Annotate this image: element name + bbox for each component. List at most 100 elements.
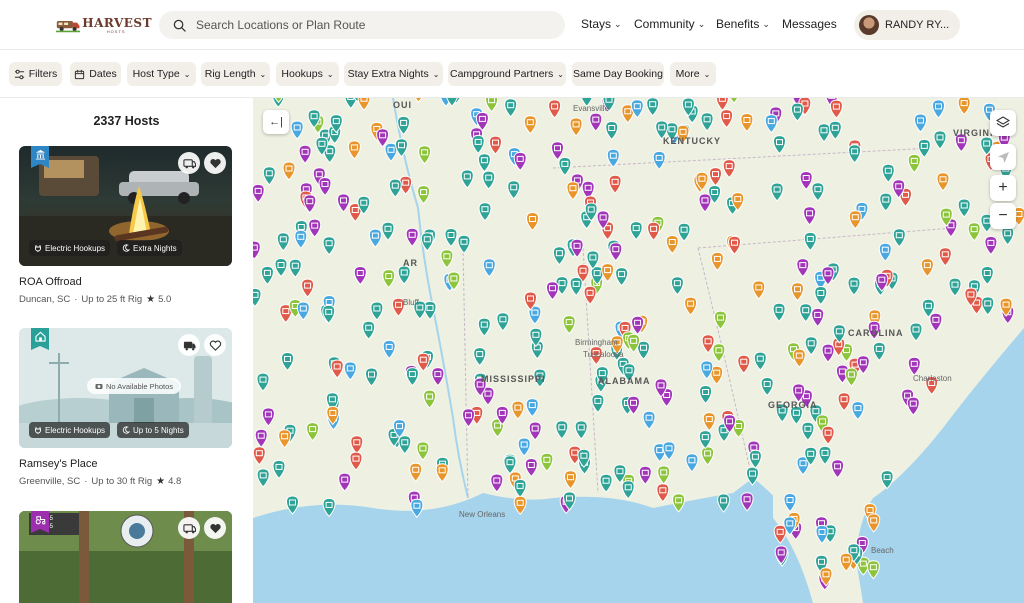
host-map-marker[interactable] [670,276,684,296]
host-map-marker[interactable] [792,348,806,368]
host-map-marker[interactable] [728,235,741,255]
host-map-marker[interactable] [712,343,726,363]
host-map-marker[interactable] [701,334,715,354]
host-map-marker[interactable] [642,410,656,430]
host-map-marker[interactable] [803,206,817,226]
host-map-marker[interactable] [298,144,312,165]
host-map-marker[interactable] [621,480,635,500]
host-type-dropdown[interactable]: Host Type ⌄ [127,62,196,86]
host-map-marker[interactable] [525,398,539,418]
host-map-marker[interactable] [368,228,382,248]
host-map-marker[interactable] [957,198,971,218]
host-map-marker[interactable] [1001,226,1015,246]
host-map-marker[interactable] [936,172,950,192]
host-map-marker[interactable] [528,421,542,441]
host-map-marker[interactable] [796,258,810,278]
host-map-marker[interactable] [760,376,774,397]
host-map-marker[interactable] [605,120,619,141]
host-map-marker[interactable] [574,420,588,440]
host-map-marker[interactable] [444,227,458,248]
host-map-marker[interactable] [301,278,315,298]
host-map-marker[interactable] [829,99,843,119]
host-map-marker[interactable] [907,356,921,377]
host-map-marker[interactable] [909,322,923,342]
host-map-marker[interactable] [370,301,384,321]
host-photo[interactable]: 12-5 10-5 [19,511,232,603]
host-map-marker[interactable] [748,449,762,469]
host-map-marker[interactable] [591,393,605,414]
host-map-marker[interactable] [828,120,842,141]
host-map-marker[interactable] [513,495,527,516]
nav-stays[interactable]: Stays ⌄ [581,17,622,31]
host-map-marker[interactable] [431,367,445,387]
dates-button[interactable]: Dates [70,62,121,86]
host-map-marker[interactable] [878,242,892,262]
host-map-marker[interactable] [698,430,712,450]
host-map-marker[interactable] [839,552,853,572]
host-map-marker[interactable] [330,359,344,379]
host-map-marker[interactable] [685,453,699,473]
host-map-marker[interactable] [770,182,784,202]
host-map-marker[interactable] [489,135,502,155]
host-map-marker[interactable] [482,258,496,278]
host-map-marker[interactable] [457,234,471,255]
host-map-marker[interactable] [821,343,835,363]
host-map-marker[interactable] [831,459,845,479]
host-map-marker[interactable] [256,372,270,392]
host-map[interactable]: AR MISSISSIPPI ALABAMA GEORGIA CAROLINA … [253,98,1024,603]
search-input[interactable]: Search Locations or Plan Route [159,11,565,39]
host-map-marker[interactable] [848,210,862,230]
host-map-marker[interactable] [477,317,491,337]
host-map-marker[interactable] [677,222,691,242]
host-map-marker[interactable] [482,170,496,190]
rv-compatible-button[interactable] [178,152,200,174]
host-map-marker[interactable] [337,193,350,213]
host-map-marker[interactable] [253,183,265,204]
host-map-marker[interactable] [290,120,304,140]
host-map-marker[interactable] [524,457,538,478]
host-map-marker[interactable] [397,265,411,285]
host-map-marker[interactable] [698,193,712,213]
host-map-marker[interactable] [801,421,815,442]
same-day-booking-button[interactable]: Same Day Booking [572,62,664,86]
host-map-marker[interactable] [906,396,920,416]
host-map-marker[interactable] [523,115,537,135]
host-map-marker[interactable] [322,497,336,518]
zoom-in-button[interactable]: + [990,175,1016,201]
host-map-marker[interactable] [396,98,408,100]
host-map-marker[interactable] [526,211,539,232]
host-map-marker[interactable] [347,140,361,160]
host-map-marker[interactable] [548,99,562,119]
host-map-marker[interactable] [799,303,813,323]
host-map-marker[interactable] [569,117,583,137]
host-map-marker[interactable] [938,247,952,267]
host-map-marker[interactable] [583,285,597,306]
host-map-marker[interactable] [485,98,499,113]
host-map-marker[interactable] [799,170,813,191]
host-map-marker[interactable] [722,159,736,179]
host-map-marker[interactable] [294,229,308,250]
host-map-marker[interactable] [656,483,670,503]
host-map-marker[interactable] [397,115,411,136]
host-map-marker[interactable] [423,389,437,409]
host-map-marker[interactable] [413,98,425,103]
host-map-marker[interactable] [737,354,751,374]
host-map-marker[interactable] [662,441,676,461]
host-map-marker[interactable] [717,493,731,513]
host-map-marker[interactable] [262,166,276,186]
host-map-marker[interactable] [405,227,419,248]
host-map-marker[interactable] [589,112,603,132]
host-map-marker[interactable] [948,277,962,297]
host-map-marker[interactable] [281,351,294,372]
host-map-marker[interactable] [872,341,886,362]
host-map-marker[interactable] [791,282,804,302]
host-map-marker[interactable] [296,301,310,321]
host-map-marker[interactable] [504,98,518,118]
host-map-marker[interactable] [914,113,927,133]
host-map-marker[interactable] [740,492,754,512]
host-map-marker[interactable] [416,441,430,461]
host-map-marker[interactable] [503,455,517,475]
host-map-marker[interactable] [286,495,299,515]
host-map-marker[interactable] [803,231,817,252]
host-map-marker[interactable] [672,493,686,513]
